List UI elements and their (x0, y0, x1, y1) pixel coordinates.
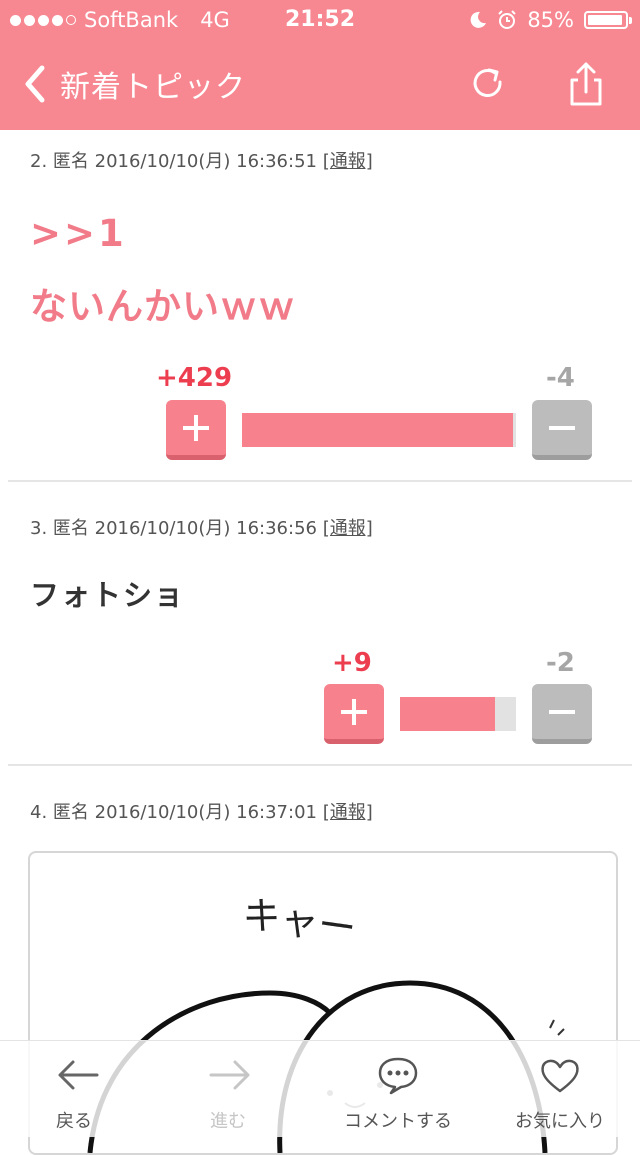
vote-ratio-fill (242, 413, 514, 447)
comment-button[interactable]: コメントする (318, 1041, 478, 1137)
vote-ratio-bar (400, 697, 516, 731)
plus-icon (183, 415, 209, 441)
back-button[interactable]: 新着トピック (18, 62, 246, 106)
comment-label: コメントする (344, 1111, 452, 1132)
nav-bar: 新着トピック (0, 44, 640, 124)
minus-icon (549, 710, 575, 714)
divider (8, 764, 632, 766)
chevron-left-icon (25, 65, 45, 103)
minus-count: -2 (546, 648, 575, 678)
minus-vote-button[interactable] (532, 400, 592, 460)
minus-vote-button[interactable] (532, 684, 592, 744)
moon-icon (470, 11, 487, 28)
speech-bubble-icon (378, 1057, 418, 1095)
forward-nav-button[interactable]: 進む (148, 1041, 308, 1137)
report-link[interactable]: [通報] (323, 518, 373, 539)
minus-icon (549, 426, 575, 430)
reply-anchor[interactable]: >>1 (30, 212, 127, 255)
post-meta-text: 2. 匿名 2016/10/10(月) 16:36:51 (30, 151, 323, 172)
plus-vote-button[interactable] (324, 684, 384, 744)
vote-ratio-bar (242, 413, 516, 447)
minus-count: -4 (546, 363, 575, 393)
share-icon[interactable] (562, 60, 610, 108)
battery-icon (584, 11, 632, 29)
post-body: フォトショ (30, 578, 186, 612)
back-label: 新着トピック (60, 70, 246, 105)
bottom-toolbar: 戻る 進む コメントする お気に入り (0, 1040, 640, 1137)
back-nav-label: 戻る (56, 1111, 92, 1132)
favorite-label: お気に入り (515, 1111, 605, 1132)
plus-vote-button[interactable] (166, 400, 226, 460)
post-meta-text: 4. 匿名 2016/10/10(月) 16:37:01 (30, 802, 323, 823)
report-link[interactable]: [通報] (323, 802, 373, 823)
divider (8, 480, 632, 482)
post-body: ないんかいｗｗ (30, 285, 296, 328)
battery-percent: 85% (527, 8, 574, 32)
plus-count: +429 (156, 363, 233, 393)
plus-count: +9 (332, 648, 372, 678)
post-meta: 4. 匿名 2016/10/10(月) 16:37:01 [通報] (30, 798, 373, 824)
alarm-icon (498, 10, 517, 29)
app-header: SoftBank 4G 21:52 85% 新着トピック (0, 0, 640, 130)
post-meta-text: 3. 匿名 2016/10/10(月) 16:36:56 (30, 518, 323, 539)
refresh-icon[interactable] (464, 60, 512, 108)
vote-ratio-fill (400, 697, 496, 731)
report-link[interactable]: [通報] (323, 151, 373, 172)
arrow-left-icon (58, 1060, 99, 1090)
post-meta: 2. 匿名 2016/10/10(月) 16:36:51 [通報] (30, 147, 373, 173)
forward-nav-label: 進む (210, 1111, 246, 1132)
back-nav-button[interactable]: 戻る (0, 1041, 160, 1137)
post-meta: 3. 匿名 2016/10/10(月) 16:36:56 [通報] (30, 514, 373, 540)
favorite-button[interactable]: お気に入り (480, 1041, 640, 1137)
image-caption: キャー (240, 892, 359, 951)
heart-icon (541, 1059, 579, 1093)
plus-icon (341, 699, 367, 725)
arrow-right-icon (209, 1060, 250, 1090)
status-bar: SoftBank 4G 21:52 85% (0, 0, 640, 42)
